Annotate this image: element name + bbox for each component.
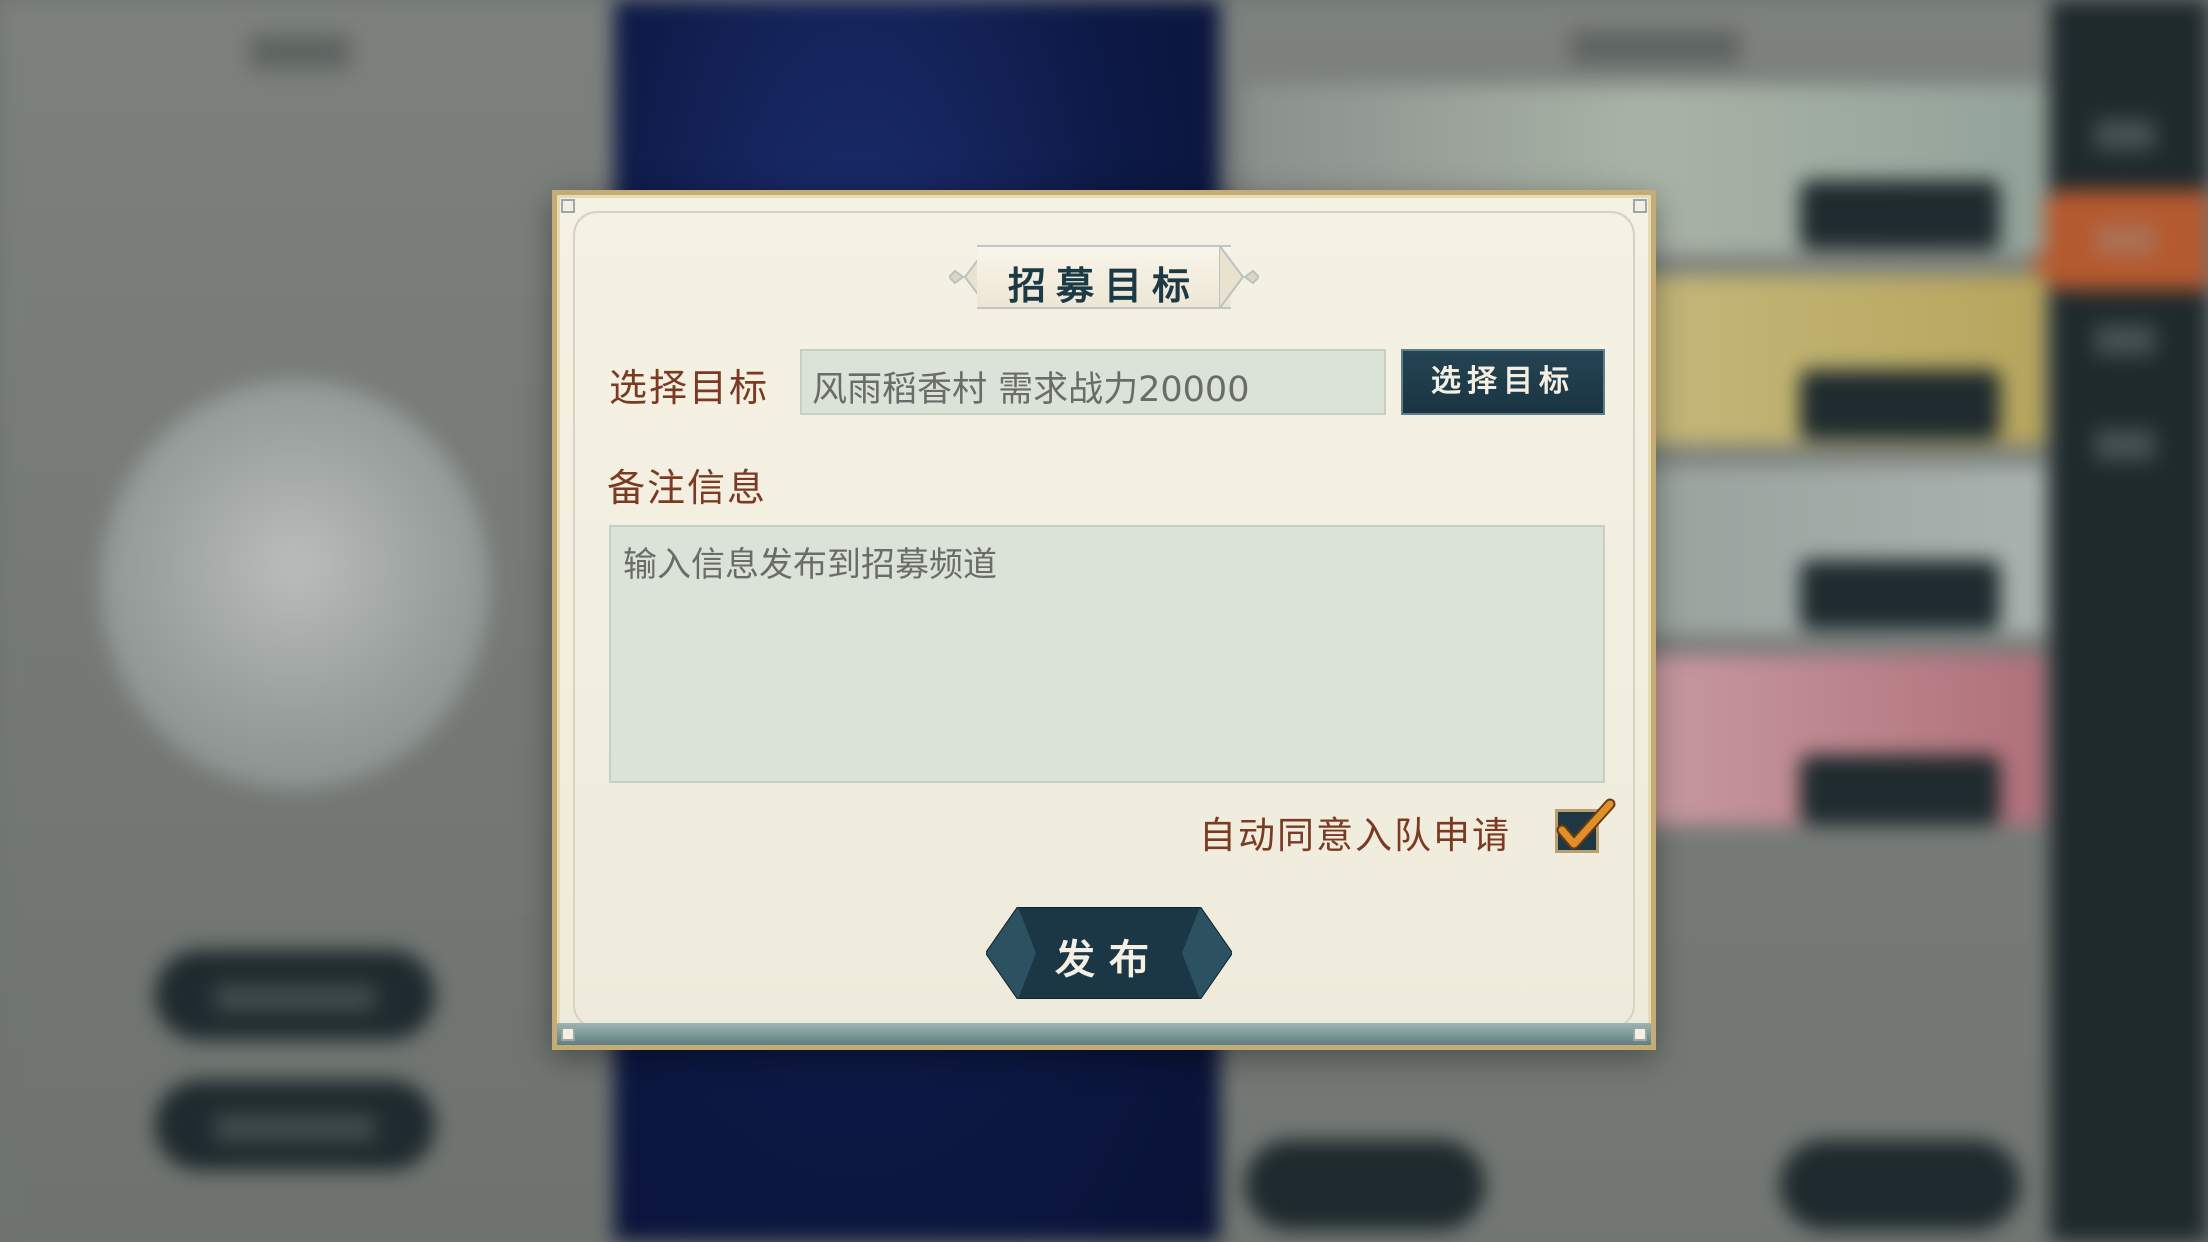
notes-input[interactable] (609, 525, 1605, 783)
background-button (1780, 1140, 2020, 1230)
checkmark-icon (1556, 798, 1616, 850)
background-tab-label (2095, 225, 2155, 255)
background-card-button (1800, 755, 2000, 825)
background-side-tabs (2050, 0, 2208, 1242)
background-card-button (1800, 370, 2000, 440)
background-button-label (215, 985, 375, 1011)
background-card-button (1800, 560, 2000, 630)
corner-ornament (561, 1027, 575, 1041)
background-title (250, 35, 350, 69)
corner-ornament (1633, 1027, 1647, 1041)
publish-button-label: 发布 (1055, 936, 1163, 983)
publish-button[interactable]: 发布 (986, 907, 1232, 999)
notes-label: 备注信息 (607, 466, 768, 510)
corner-ornament (1633, 199, 1647, 213)
title-banner: 招募目标 (949, 245, 1259, 309)
dialog-bottom-band (557, 1023, 1651, 1045)
background-title (1570, 30, 1740, 64)
background-button-label (215, 1115, 375, 1141)
corner-ornament (561, 199, 575, 213)
select-target-button[interactable]: 选择目标 (1401, 349, 1605, 415)
auto-accept-checkbox[interactable] (1555, 798, 1616, 853)
background-tab-label (2095, 120, 2155, 150)
select-target-label: 选择目标 (609, 366, 770, 410)
auto-accept-label: 自动同意入队申请 (1199, 814, 1511, 857)
background-card-button (1800, 180, 2000, 250)
background-tab-label (2095, 325, 2155, 355)
dialog-title: 招募目标 (1007, 263, 1200, 308)
recruit-dialog: 招募目标 选择目标 风雨稻香村 需求战力20000 选择目标 备注信息 自动同意… (552, 190, 1656, 1050)
background-tab-label (2095, 430, 2155, 460)
target-field[interactable]: 风雨稻香村 需求战力20000 (800, 349, 1386, 415)
game-screen: 招募目标 选择目标 风雨稻香村 需求战力20000 选择目标 备注信息 自动同意… (0, 0, 2208, 1242)
background-portrait (100, 380, 490, 790)
background-button (1245, 1140, 1485, 1230)
